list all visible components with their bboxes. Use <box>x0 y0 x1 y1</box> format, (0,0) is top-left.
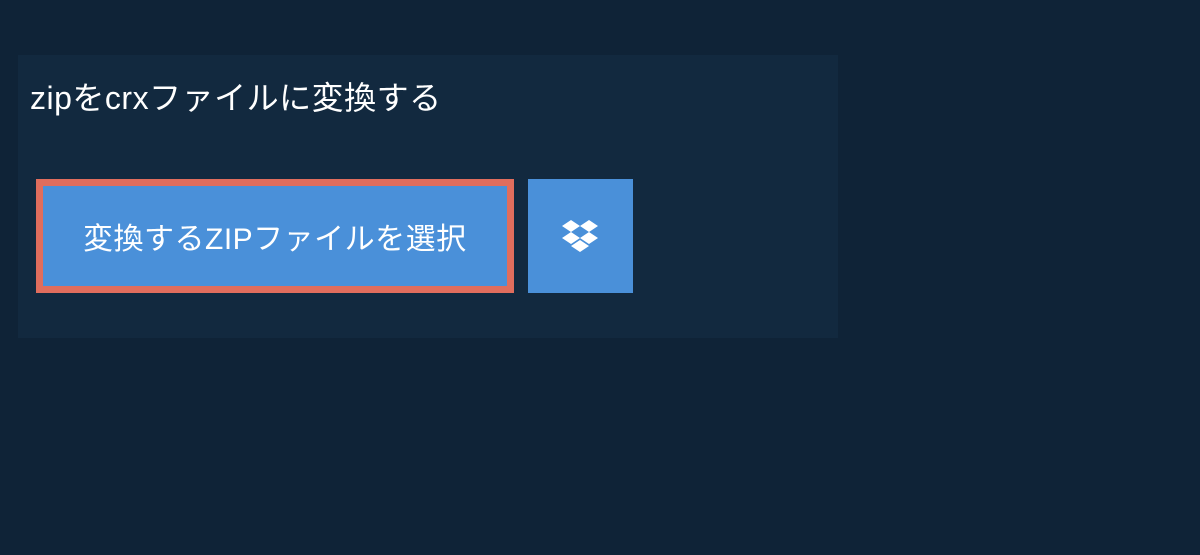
converter-panel: zipをcrxファイルに変換する 変換するZIPファイルを選択 <box>18 55 838 338</box>
button-row: 変換するZIPファイルを選択 <box>36 179 838 293</box>
page-title: zipをcrxファイルに変換する <box>30 80 442 116</box>
select-file-button[interactable]: 変換するZIPファイルを選択 <box>36 179 514 293</box>
dropbox-button[interactable] <box>528 179 633 293</box>
select-file-label: 変換するZIPファイルを選択 <box>83 223 467 256</box>
title-bar: zipをcrxファイルに変換する <box>18 55 472 137</box>
dropbox-icon <box>562 220 598 252</box>
